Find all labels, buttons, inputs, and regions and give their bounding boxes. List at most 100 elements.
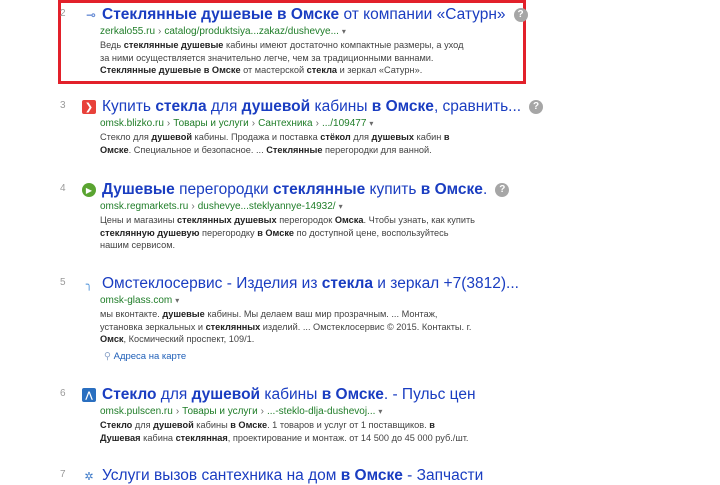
omskglass-favicon-icon: ╮: [85, 278, 93, 291]
text-fragment: Купить: [102, 98, 156, 115]
result-title-link[interactable]: Душевые перегородки стеклянные купить в …: [102, 181, 510, 199]
result-snippet: Ведь стеклянные душевые кабины имеют дос…: [100, 39, 540, 77]
snippet-line: мы вконтакте. душевые кабины. Мы делаем …: [100, 308, 540, 321]
snippet-line: Стекло для душевой кабины. Продажа и пос…: [100, 131, 540, 144]
result-title-link[interactable]: Купить стекла для душевой кабины в Омске…: [102, 98, 544, 116]
url-dropdown-icon[interactable]: ▾: [175, 296, 179, 305]
text-fragment: . - Пульс цен: [383, 386, 476, 403]
text-fragment: Ведь: [100, 40, 124, 50]
highlighted-term: стеклянные душевые: [123, 40, 224, 50]
question-icon[interactable]: ?: [529, 100, 544, 114]
pulscen-favicon-icon: ⋀: [82, 388, 96, 402]
breadcrumb-separator-icon: ›: [175, 406, 180, 417]
highlighted-term: Омске: [100, 144, 129, 155]
url-dropdown-icon[interactable]: ▾: [369, 119, 373, 128]
url-segment[interactable]: dushevye...steklyannye-14932/: [198, 201, 336, 212]
url-segment[interactable]: zerkalo55.ru: [100, 26, 155, 37]
highlighted-term: Душевые: [102, 181, 175, 198]
result-number: 3: [60, 100, 66, 111]
highlighted-term: в Омске: [230, 420, 268, 430]
regmarkets-favicon-icon: ▶: [82, 183, 96, 197]
result-url[interactable]: omsk-glass.com ▾: [100, 295, 179, 306]
highlighted-term: душевой: [153, 420, 194, 430]
text-fragment: для: [132, 420, 154, 430]
url-segment[interactable]: ...-steklo-dlja-dushevoj...: [267, 406, 375, 417]
result-url[interactable]: omsk.blizko.ru › Товары и услуги › Сантехник…: [100, 118, 373, 129]
result-url[interactable]: omsk.regmarkets.ru › dushevye...steklyanny…: [100, 201, 343, 212]
text-fragment: купить: [365, 181, 421, 198]
url-segment[interactable]: .../109477: [322, 118, 366, 129]
result-number: 6: [60, 388, 66, 399]
text-fragment: Стекло: [100, 132, 131, 142]
breadcrumb-separator-icon: ›: [260, 406, 264, 417]
snippet-line: Цены и магазины стеклянных душевых перег…: [100, 214, 540, 227]
highlighted-term: стекла: [306, 65, 338, 76]
blizko-favicon-icon: ❯: [82, 100, 96, 114]
result-url[interactable]: omsk.pulscen.ru › Товары и услуги › ...-stek…: [100, 406, 382, 417]
breadcrumb-separator-icon: ›: [315, 118, 319, 129]
highlighted-term: душевой: [241, 98, 311, 115]
highlighted-term: стеклянных душевых: [176, 215, 277, 225]
text-fragment: перегородку: [199, 227, 258, 238]
text-fragment: . 1 товаров и услуг от 1 поставщиков.: [267, 420, 430, 430]
question-icon[interactable]: ?: [495, 183, 510, 197]
url-segment[interactable]: omsk.regmarkets.ru: [100, 201, 188, 212]
text-fragment: кабины: [260, 386, 322, 403]
snippet-line: нашим сервисом.: [100, 239, 540, 252]
url-segment[interactable]: Товары и услуги: [173, 118, 249, 129]
url-segment[interactable]: omsk-glass.com: [100, 295, 172, 306]
text-fragment: за ними осуществляется значительно легче…: [100, 52, 434, 63]
address-map-link[interactable]: ⚲ Адреса на карте: [104, 351, 186, 362]
url-segment[interactable]: catalog/produktsiya...zakaz/dushevye...: [164, 26, 339, 37]
highlighted-term: в Омске: [340, 467, 403, 484]
text-fragment: перегородки для ванной.: [322, 144, 432, 155]
url-dropdown-icon[interactable]: ▾: [378, 407, 382, 416]
highlighted-term: стеклянные: [272, 181, 366, 198]
url-segment[interactable]: Сантехника: [258, 118, 313, 129]
snippet-line: Душевая кабина стеклянная, проектировани…: [100, 432, 540, 445]
text-fragment: кабины. Продажа и поставка: [191, 132, 321, 142]
url-segment[interactable]: omsk.pulscen.ru: [100, 406, 173, 417]
snippet-line: Ведь стеклянные душевые кабины имеют дос…: [100, 39, 540, 52]
text-fragment: Омстеклосервис - Изделия из: [102, 275, 322, 292]
text-fragment: установка зеркальных и: [100, 321, 206, 332]
highlighted-term: стёкол: [320, 132, 351, 142]
highlighted-term: в Омске: [371, 98, 434, 115]
snippet-line: стеклянную душевую перегородку в Омске п…: [100, 227, 540, 240]
text-fragment: от компании «Сатурн»: [339, 6, 506, 23]
url-dropdown-icon[interactable]: ▾: [339, 202, 343, 211]
result-snippet: Стекло для душевой кабины. Продажа и пос…: [100, 131, 540, 156]
result-title-link[interactable]: Услуги вызов сантехника на дом в Омске -…: [102, 467, 483, 485]
result-title-link[interactable]: Стекло для душевой кабины в Омске. - Пул…: [102, 386, 476, 404]
text-fragment: кабин: [413, 132, 444, 142]
url-segment[interactable]: omsk.blizko.ru: [100, 118, 164, 129]
text-fragment: и зеркал +7(3812)...: [373, 275, 519, 292]
result-title-link[interactable]: Омстеклосервис - Изделия из стекла и зер…: [102, 275, 519, 293]
service-favicon-icon: ✲: [84, 470, 94, 483]
highlighted-term: стеклянных: [205, 321, 261, 332]
text-fragment: кабина: [140, 432, 176, 443]
question-icon[interactable]: ?: [513, 8, 528, 22]
result-url[interactable]: zerkalo55.ru › catalog/produktsiya...zakaz…: [100, 26, 346, 37]
text-fragment: для: [206, 98, 242, 115]
text-fragment: Услуги вызов сантехника на дом: [102, 467, 341, 484]
text-fragment: от мастерской: [240, 65, 307, 76]
highlighted-term: в Омске: [321, 386, 384, 403]
result-title-link[interactable]: Стеклянные душевые в Омске от компании «…: [102, 6, 528, 24]
url-dropdown-icon[interactable]: ▾: [342, 27, 346, 36]
text-fragment: кабины. Мы делаем ваш мир прозрачным. ..…: [204, 309, 438, 319]
breadcrumb-separator-icon: ›: [191, 201, 195, 212]
url-segment[interactable]: Товары и услуги: [182, 406, 258, 417]
result-number: 7: [60, 469, 66, 480]
text-fragment: нашим сервисом.: [100, 240, 176, 251]
text-fragment: , сравнить...: [433, 98, 522, 115]
text-fragment: перегородки: [174, 181, 273, 198]
text-fragment: . Специальное и безопасное. ...: [128, 144, 267, 155]
text-fragment: кабины: [310, 98, 372, 115]
snippet-line: Стеклянные душевые в Омске от мастерской…: [100, 64, 540, 77]
result-number: 2: [60, 8, 66, 19]
highlighted-term: Стекло: [100, 420, 133, 430]
text-fragment: для: [350, 132, 372, 142]
highlighted-term: Стеклянные душевые в Омске: [102, 6, 340, 23]
highlighted-term: Душевая: [100, 432, 141, 443]
